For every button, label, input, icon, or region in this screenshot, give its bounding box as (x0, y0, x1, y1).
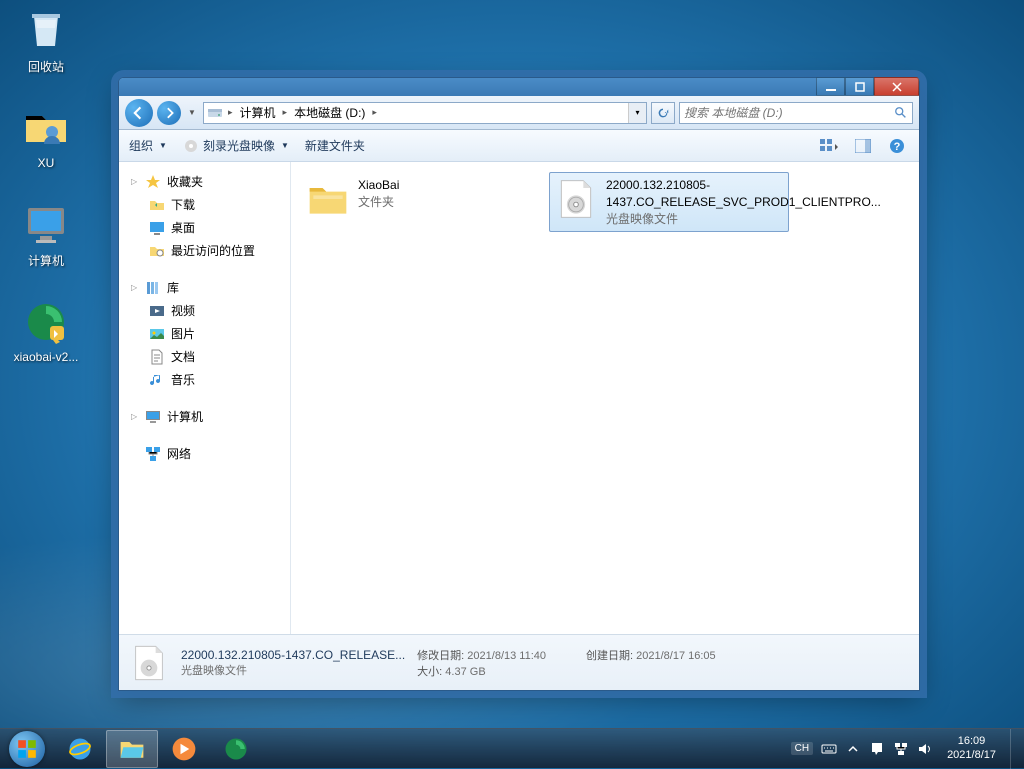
new-folder-button[interactable]: 新建文件夹 (305, 137, 365, 154)
file-type: 文件夹 (358, 194, 399, 211)
folder-icon (306, 177, 350, 221)
breadcrumb-arrow[interactable]: ▸ (280, 107, 291, 118)
breadcrumb-computer[interactable]: 计算机 (236, 104, 280, 121)
folder-item-xiaobai[interactable]: XiaoBai 文件夹 (301, 172, 541, 226)
xiaobai-icon (222, 735, 250, 763)
drive-icon (207, 105, 223, 121)
taskbar-xiaobai[interactable] (210, 730, 262, 768)
keyboard-icon[interactable] (821, 741, 837, 757)
network-tray-icon[interactable] (893, 741, 909, 757)
address-dropdown[interactable]: ▾ (628, 103, 646, 123)
tray-chevron-icon[interactable] (845, 741, 861, 757)
taskbar-mediaplayer[interactable] (158, 730, 210, 768)
minimize-button[interactable] (816, 77, 845, 96)
desktop-icon-computer[interactable]: 计算机 (8, 200, 84, 269)
file-list[interactable]: XiaoBai 文件夹 22000.132.210805-1437.CO_REL… (291, 162, 919, 634)
music-icon (149, 372, 165, 388)
recent-icon (149, 243, 165, 259)
system-tray: CH 16:09 2021/8/17 (791, 729, 1024, 769)
search-input[interactable] (684, 106, 894, 120)
sidebar-pictures[interactable]: 图片 (119, 322, 290, 345)
taskbar-explorer[interactable] (106, 730, 158, 768)
desktop-icon-label: 计算机 (8, 252, 84, 269)
command-bar: 组织▼ 刻录光盘映像▼ 新建文件夹 ? (119, 130, 919, 162)
start-button[interactable] (0, 729, 54, 769)
document-icon (149, 349, 165, 365)
titlebar[interactable] (119, 78, 919, 96)
play-icon (170, 735, 198, 763)
address-bar[interactable]: ▸ 计算机 ▸ 本地磁盘 (D:) ▸ ▾ (203, 102, 647, 124)
sidebar-network[interactable]: 网络 (119, 442, 290, 465)
preview-pane-button[interactable] (851, 135, 875, 157)
details-pane: 22000.132.210805-1437.CO_RELEASE... 光盘映像… (119, 634, 919, 690)
desktop-icon-recyclebin[interactable]: 回收站 (8, 6, 84, 75)
sidebar-computer[interactable]: ▷计算机 (119, 405, 290, 428)
breadcrumb-drive-d[interactable]: 本地磁盘 (D:) (290, 104, 369, 121)
desktop-icon-label: XU (8, 156, 84, 170)
show-desktop-button[interactable] (1010, 729, 1020, 769)
nav-forward-button[interactable] (157, 101, 181, 125)
download-icon (149, 197, 165, 213)
sidebar-videos[interactable]: 视频 (119, 299, 290, 322)
disc-icon (183, 138, 199, 154)
svg-text:?: ? (894, 141, 901, 153)
navigation-bar: ▼ ▸ 计算机 ▸ 本地磁盘 (D:) ▸ ▾ (119, 96, 919, 130)
picture-icon (149, 326, 165, 342)
details-modified: 修改日期: 2021/8/13 11:40大小: 4.37 GB (417, 647, 546, 679)
sidebar-documents[interactable]: 文档 (119, 345, 290, 368)
breadcrumb-arrow[interactable]: ▸ (225, 107, 236, 118)
desktop-icon-user-folder[interactable]: XU (8, 104, 84, 170)
refresh-button[interactable] (651, 102, 675, 124)
disc-file-icon (129, 643, 169, 683)
breadcrumb-arrow[interactable]: ▸ (369, 107, 380, 118)
details-filename: 22000.132.210805-1437.CO_RELEASE... (181, 648, 405, 662)
video-icon (149, 303, 165, 319)
close-button[interactable] (874, 77, 919, 96)
file-name: XiaoBai (358, 177, 399, 194)
sidebar-libraries[interactable]: ▷库 (119, 276, 290, 299)
action-center-icon[interactable] (869, 741, 885, 757)
language-indicator[interactable]: CH (791, 742, 813, 755)
volume-icon[interactable] (917, 741, 933, 757)
clock[interactable]: 16:09 2021/8/17 (941, 735, 1002, 761)
desktop-icon-label: 回收站 (8, 58, 84, 75)
network-icon (145, 446, 161, 462)
desktop-icon-label: xiaobai-v2... (8, 350, 84, 364)
ie-icon (66, 735, 94, 763)
details-filetype: 光盘映像文件 (181, 662, 405, 678)
desktop-icon-xiaobai[interactable]: xiaobai-v2... (8, 298, 84, 364)
organize-menu[interactable]: 组织▼ (129, 137, 167, 154)
computer-icon (145, 409, 161, 425)
taskbar: CH 16:09 2021/8/17 (0, 728, 1024, 768)
view-options-button[interactable] (817, 135, 841, 157)
help-button[interactable]: ? (885, 135, 909, 157)
sidebar-favorites[interactable]: ▷收藏夹 (119, 170, 290, 193)
desktop-icon (149, 220, 165, 236)
nav-back-button[interactable] (125, 99, 153, 127)
search-box[interactable] (679, 102, 913, 124)
sidebar-music[interactable]: 音乐 (119, 368, 290, 391)
folder-icon (118, 735, 146, 763)
library-icon (145, 280, 161, 296)
disc-file-icon (554, 177, 598, 221)
taskbar-ie[interactable] (54, 730, 106, 768)
details-created: 创建日期: 2021/8/17 16:05 (586, 647, 716, 679)
search-icon (894, 106, 908, 120)
file-item-iso[interactable]: 22000.132.210805-1437.CO_RELEASE_SVC_PRO… (549, 172, 789, 232)
file-type: 光盘映像文件 (606, 211, 881, 228)
sidebar-recent[interactable]: 最近访问的位置 (119, 239, 290, 262)
file-name: 22000.132.210805-1437.CO_RELEASE_SVC_PRO… (606, 177, 881, 211)
sidebar-downloads[interactable]: 下载 (119, 193, 290, 216)
burn-image-button[interactable]: 刻录光盘映像▼ (183, 137, 289, 154)
maximize-button[interactable] (845, 77, 874, 96)
explorer-window: ▼ ▸ 计算机 ▸ 本地磁盘 (D:) ▸ ▾ 组织▼ 刻录光盘映像▼ 新建文件… (118, 77, 920, 691)
star-icon (145, 174, 161, 190)
sidebar-desktop[interactable]: 桌面 (119, 216, 290, 239)
nav-history-dropdown[interactable]: ▼ (185, 103, 199, 123)
navigation-pane: ▷收藏夹 下载 桌面 最近访问的位置 ▷库 视频 图片 文档 音乐 ▷计算机 网… (119, 162, 291, 634)
